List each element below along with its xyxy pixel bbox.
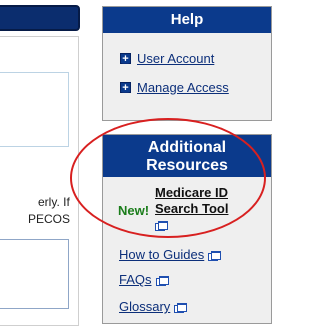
external-link-icon bbox=[174, 303, 188, 314]
body-text-line-1: erly. If bbox=[38, 195, 70, 209]
how-to-guides-label: How to Guides bbox=[119, 247, 205, 262]
truncated-body-text: erly. If PECOS bbox=[0, 194, 70, 228]
lower-content-box bbox=[0, 239, 69, 309]
help-panel: Help + User Account + Manage Access bbox=[102, 6, 272, 121]
plus-box-icon: + bbox=[120, 82, 131, 94]
new-badge: New! bbox=[118, 203, 150, 218]
resources-title-line-1: Additional bbox=[147, 139, 227, 156]
medicare-id-search-tool-link[interactable]: Medicare ID Search Tool bbox=[155, 185, 255, 233]
medicare-tool-line-2: Search Tool bbox=[155, 201, 229, 216]
glossary-link[interactable]: Glossary bbox=[119, 299, 188, 314]
plus-box-icon: + bbox=[120, 53, 131, 65]
manage-access-label: Manage Access bbox=[137, 80, 229, 95]
user-account-link[interactable]: + User Account bbox=[120, 51, 214, 66]
help-panel-title: Help bbox=[103, 7, 271, 33]
additional-resources-title: Additional Resources bbox=[103, 135, 271, 177]
external-link-icon bbox=[208, 251, 222, 262]
faqs-label: FAQs bbox=[119, 272, 152, 287]
faqs-link[interactable]: FAQs bbox=[119, 272, 169, 287]
how-to-guides-link[interactable]: How to Guides bbox=[119, 247, 222, 262]
resources-title-line-2: Resources bbox=[146, 157, 228, 174]
glossary-label: Glossary bbox=[119, 299, 171, 314]
manage-access-link[interactable]: + Manage Access bbox=[120, 80, 229, 95]
additional-resources-panel: Additional Resources New! Medicare ID Se… bbox=[102, 134, 272, 324]
body-text-line-2: PECOS bbox=[28, 212, 70, 226]
content-box bbox=[0, 72, 69, 147]
medicare-tool-line-1: Medicare ID bbox=[155, 185, 228, 200]
external-link-icon bbox=[155, 221, 168, 232]
top-nav-bar bbox=[0, 5, 80, 31]
user-account-label: User Account bbox=[137, 51, 215, 66]
external-link-icon bbox=[155, 276, 169, 287]
